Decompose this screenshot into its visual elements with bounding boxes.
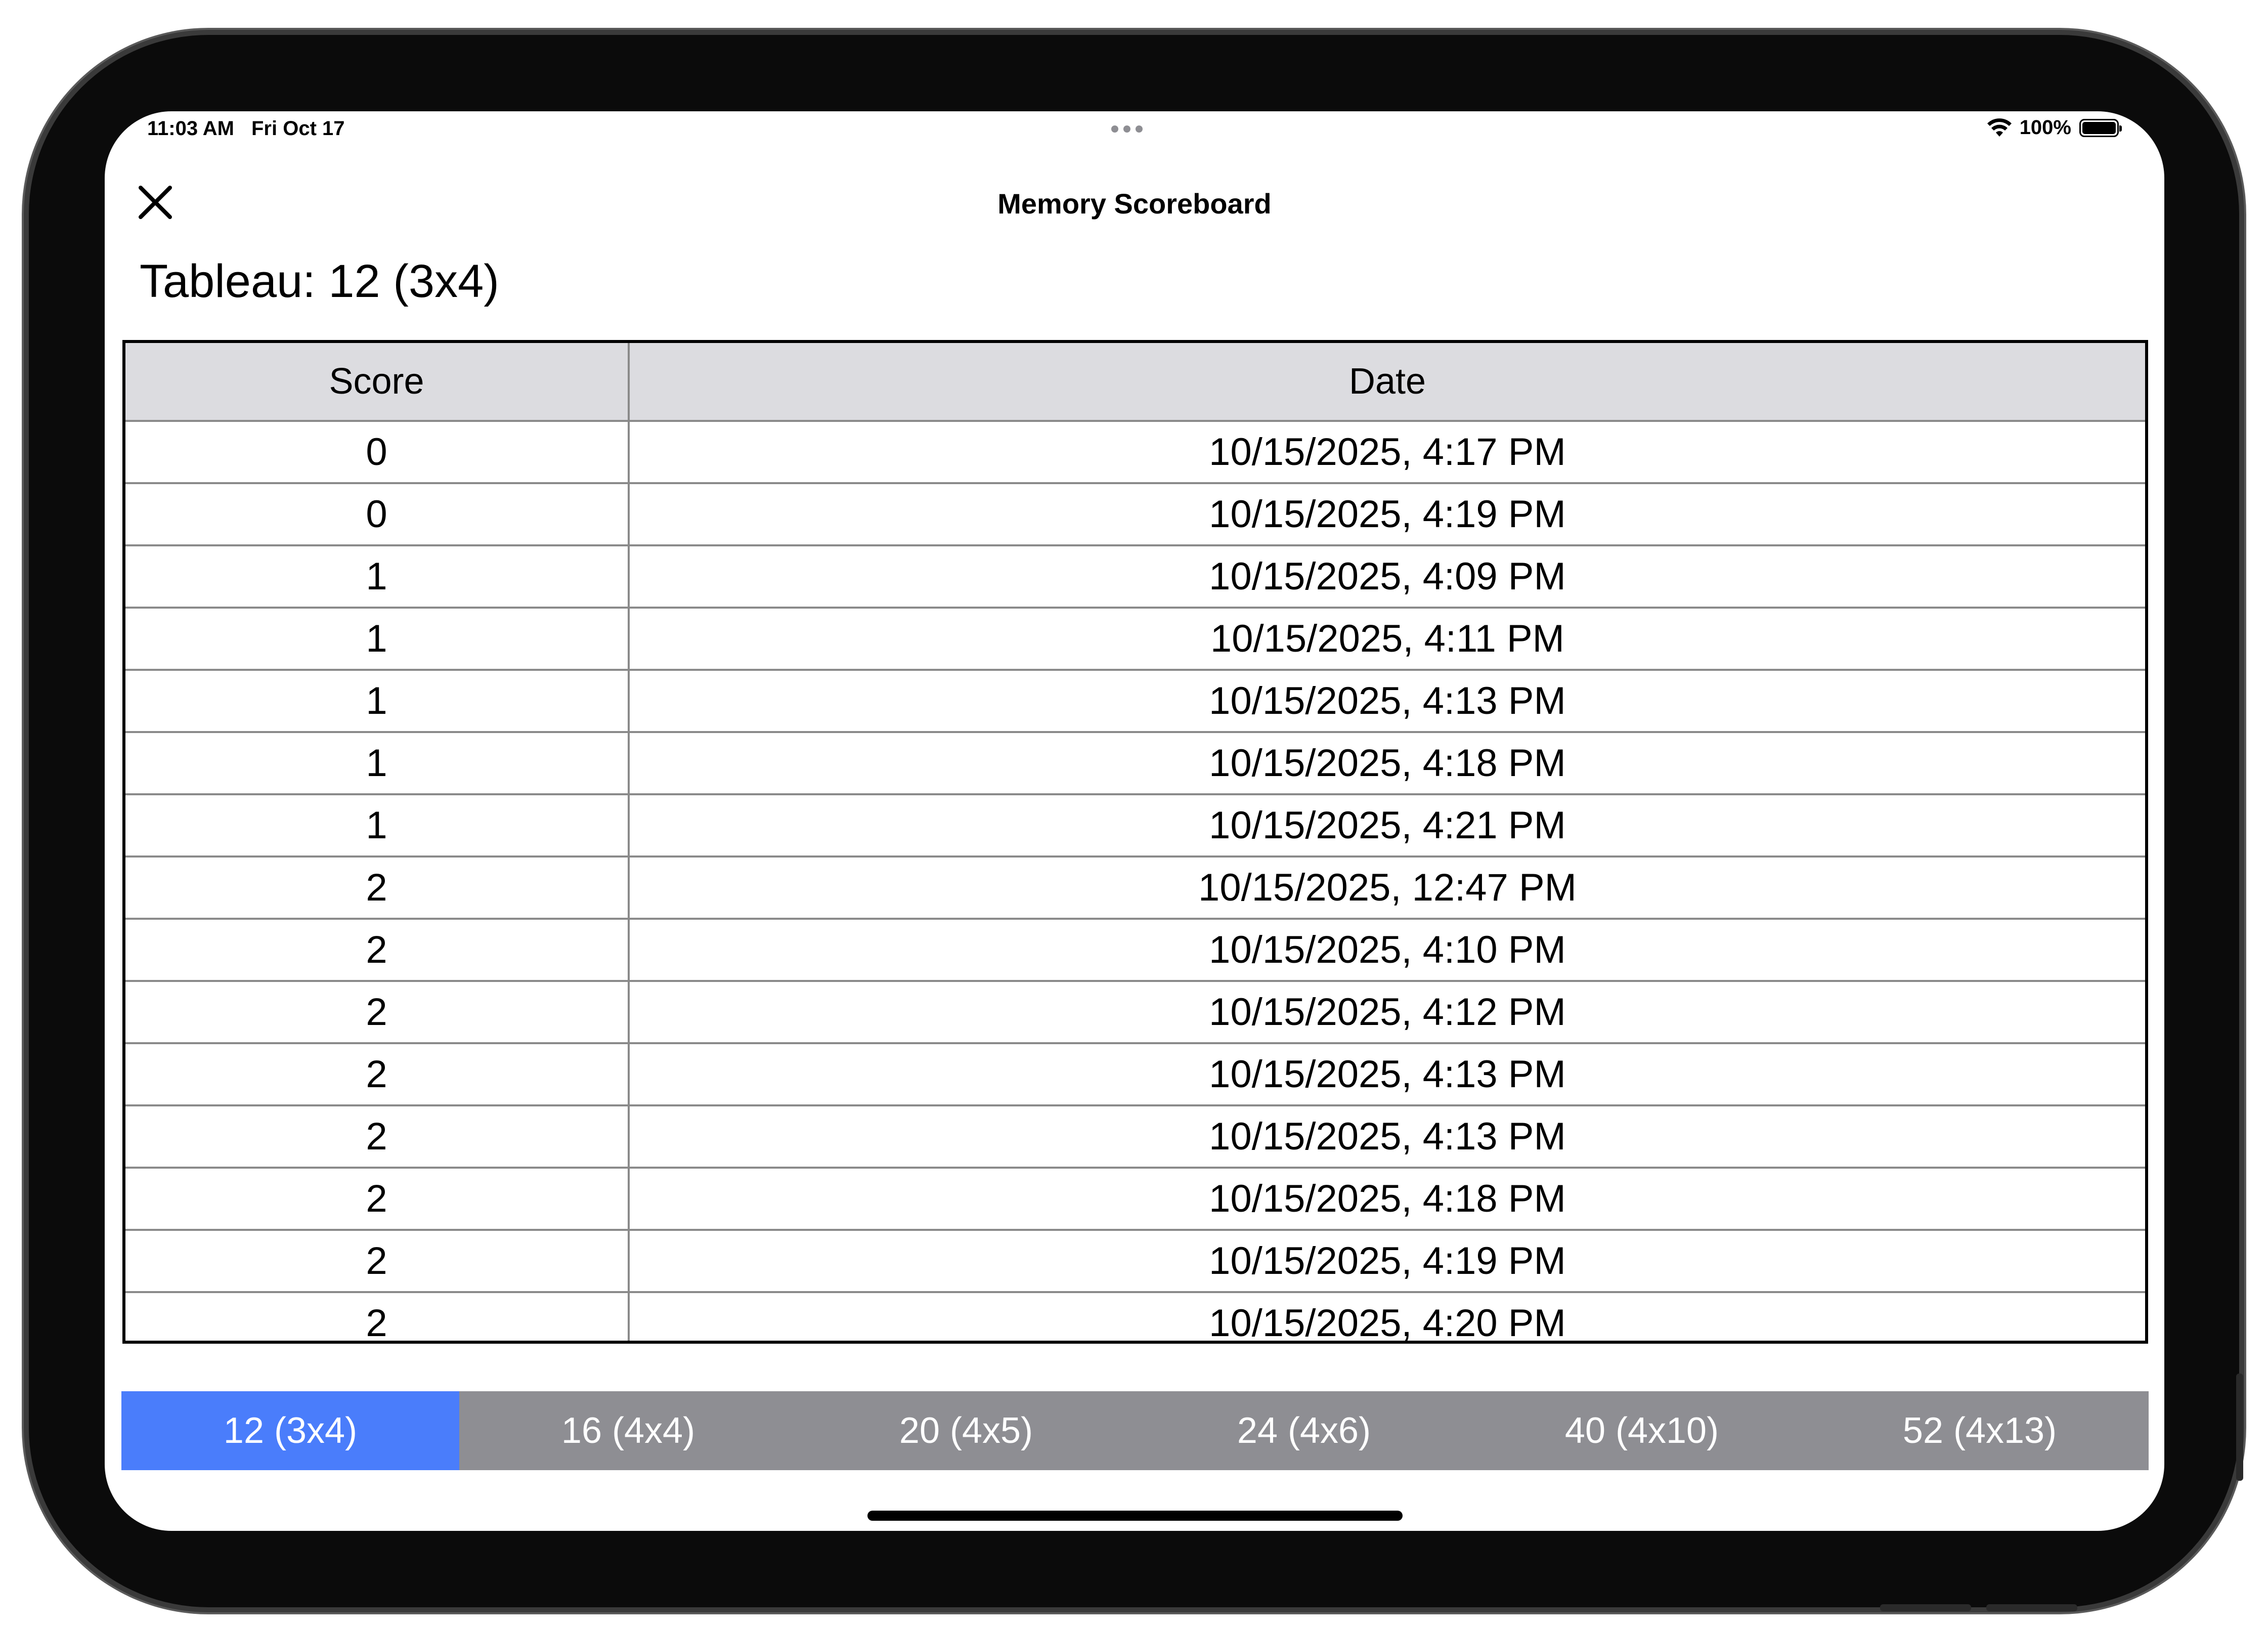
- table-row: 1 10/15/2025, 4:18 PM: [125, 732, 2145, 795]
- date-cell: 10/15/2025, 4:17 PM: [629, 421, 2145, 484]
- scores-table[interactable]: Score Date 0 10/15/2025, 4:17 PM 0 10/15/2…: [122, 340, 2148, 1344]
- table-row: 2 10/15/2025, 12:47 PM: [125, 857, 2145, 920]
- date-cell: 10/15/2025, 4:20 PM: [629, 1292, 2145, 1341]
- date-cell: 10/15/2025, 4:13 PM: [629, 670, 2145, 733]
- score-cell: 2: [125, 1105, 630, 1169]
- score-cell: 2: [125, 1168, 630, 1231]
- segment-24-4x6[interactable]: 24 (4x6): [1135, 1391, 1473, 1470]
- date-cell: 10/15/2025, 4:11 PM: [629, 608, 2145, 671]
- column-header-score: Score: [125, 343, 630, 422]
- home-indicator[interactable]: [867, 1511, 1403, 1521]
- date-cell: 10/15/2025, 4:09 PM: [629, 545, 2145, 609]
- date-cell: 10/15/2025, 4:18 PM: [629, 1168, 2145, 1231]
- table-row: 2 10/15/2025, 4:10 PM: [125, 919, 2145, 982]
- wifi-icon: [1987, 118, 2012, 137]
- date-cell: 10/15/2025, 12:47 PM: [629, 857, 2145, 920]
- nav-bar: Memory Scoreboard: [105, 167, 2164, 228]
- score-cell: 2: [125, 1230, 630, 1293]
- battery-percent: 100%: [2019, 116, 2071, 139]
- volume-button-1: [1880, 1604, 1971, 1611]
- table-row: 1 10/15/2025, 4:21 PM: [125, 794, 2145, 858]
- tableau-title: Tableau: 12 (3x4): [140, 255, 499, 307]
- table-row: 2 10/15/2025, 4:20 PM: [125, 1292, 2145, 1341]
- status-right: 100%: [1987, 116, 2122, 139]
- score-cell: 1: [125, 794, 630, 858]
- date-cell: 10/15/2025, 4:13 PM: [629, 1105, 2145, 1169]
- status-date: Fri Oct 17: [251, 117, 345, 140]
- score-cell: 0: [125, 421, 630, 484]
- score-cell: 2: [125, 919, 630, 982]
- segment-20-4x5[interactable]: 20 (4x5): [797, 1391, 1135, 1470]
- battery-icon: [2079, 118, 2122, 137]
- score-cell: 0: [125, 483, 630, 546]
- table-row: 1 10/15/2025, 4:09 PM: [125, 545, 2145, 609]
- table-header-row: Score Date: [125, 343, 2145, 422]
- table-row: 1 10/15/2025, 4:11 PM: [125, 608, 2145, 671]
- page-title: Memory Scoreboard: [997, 188, 1272, 220]
- column-header-date: Date: [629, 343, 2145, 422]
- segment-40-4x10[interactable]: 40 (4x10): [1473, 1391, 1811, 1470]
- date-cell: 10/15/2025, 4:12 PM: [629, 981, 2145, 1044]
- table-row: 2 10/15/2025, 4:18 PM: [125, 1168, 2145, 1231]
- table-row: 2 10/15/2025, 4:13 PM: [125, 1105, 2145, 1169]
- status-time: 11:03 AM: [147, 117, 234, 140]
- table-row: 0 10/15/2025, 4:17 PM: [125, 421, 2145, 484]
- date-cell: 10/15/2025, 4:19 PM: [629, 1230, 2145, 1293]
- side-button: [2236, 1374, 2243, 1481]
- tableau-size-picker: 12 (3x4) 16 (4x4) 20 (4x5) 24 (4x6) 40 (…: [121, 1391, 2149, 1470]
- table-row: 2 10/15/2025, 4:19 PM: [125, 1230, 2145, 1293]
- table-row: 1 10/15/2025, 4:13 PM: [125, 670, 2145, 733]
- score-cell: 1: [125, 608, 630, 671]
- score-cell: 2: [125, 857, 630, 920]
- date-cell: 10/15/2025, 4:10 PM: [629, 919, 2145, 982]
- screen: 11:03 AM Fri Oct 17 100% Memory Scoreboa…: [105, 111, 2164, 1531]
- segment-52-4x13[interactable]: 52 (4x13): [1811, 1391, 2149, 1470]
- score-cell: 1: [125, 670, 630, 733]
- score-cell: 1: [125, 732, 630, 795]
- score-cell: 1: [125, 545, 630, 609]
- date-cell: 10/15/2025, 4:13 PM: [629, 1043, 2145, 1106]
- table-row: 2 10/15/2025, 4:13 PM: [125, 1043, 2145, 1106]
- table-row: 2 10/15/2025, 4:12 PM: [125, 981, 2145, 1044]
- score-cell: 2: [125, 981, 630, 1044]
- score-cell: 2: [125, 1043, 630, 1106]
- table-row: 0 10/15/2025, 4:19 PM: [125, 483, 2145, 546]
- multitasking-dots-icon[interactable]: [1111, 125, 1143, 133]
- segment-16-4x4[interactable]: 16 (4x4): [459, 1391, 797, 1470]
- segment-12-3x4[interactable]: 12 (3x4): [121, 1391, 459, 1470]
- date-cell: 10/15/2025, 4:18 PM: [629, 732, 2145, 795]
- volume-button-2: [1986, 1604, 2077, 1611]
- date-cell: 10/15/2025, 4:21 PM: [629, 794, 2145, 858]
- status-bar: 11:03 AM Fri Oct 17 100%: [105, 111, 2164, 152]
- score-cell: 2: [125, 1292, 630, 1341]
- date-cell: 10/15/2025, 4:19 PM: [629, 483, 2145, 546]
